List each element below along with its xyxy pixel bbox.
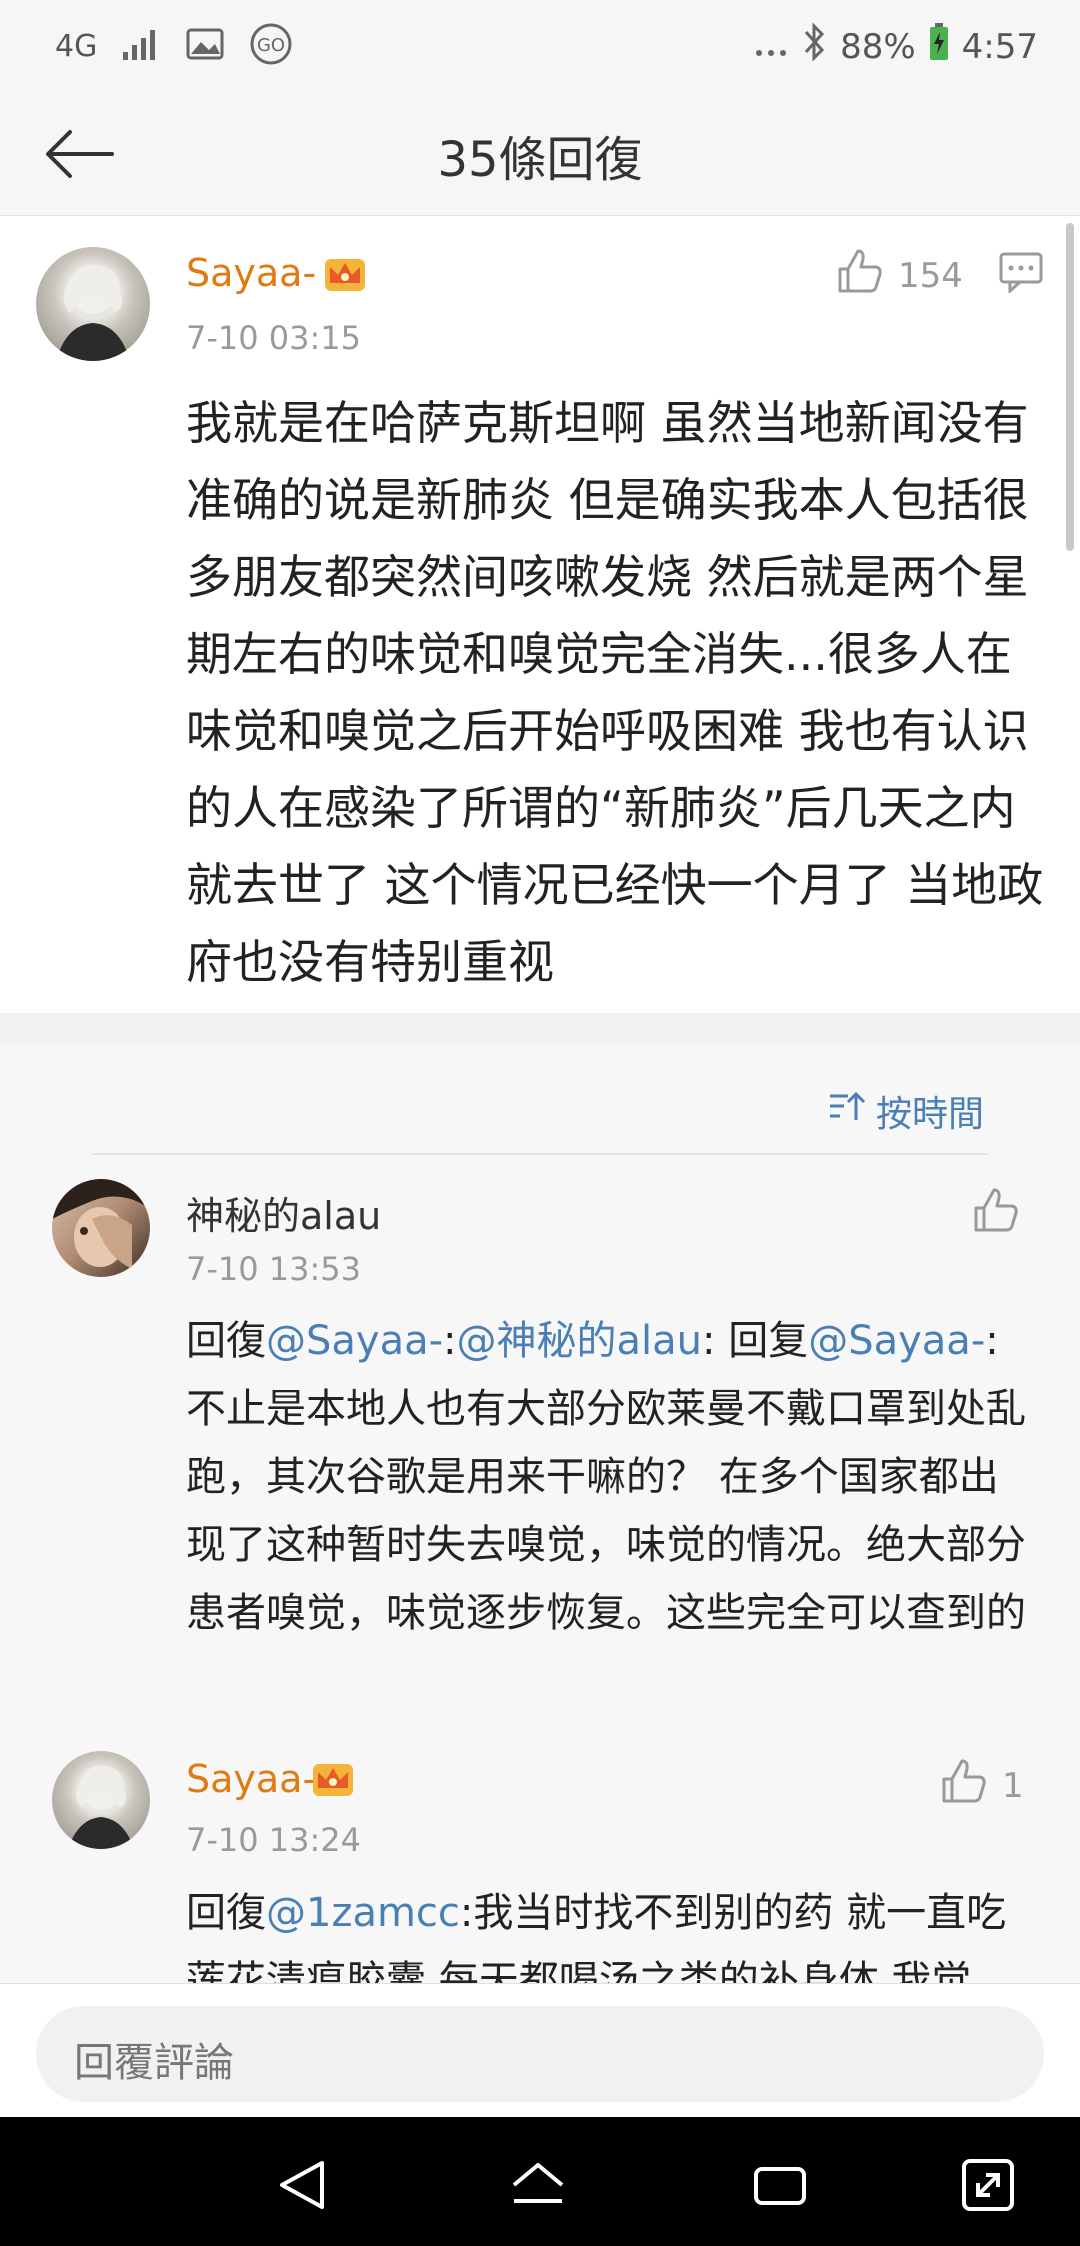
reply-like-button[interactable]: 1 <box>940 1757 1024 1814</box>
nav-bar: 35條回復 <box>0 92 1080 216</box>
main-comment: Sayaa- 7-10 03:15 154 我就是在哈萨克斯坦啊 虽然当地新闻没… <box>0 217 1080 1013</box>
reply-text: 回復@Sayaa-:@神秘的alau: 回复@Sayaa-:不止是本地人也有大部… <box>186 1307 1036 1647</box>
reply-input-bar: 回覆評論 <box>0 1983 1080 2117</box>
battery-charging-icon <box>928 22 950 71</box>
section-divider <box>0 1013 1080 1043</box>
svg-text:GO: GO <box>257 35 285 56</box>
recents-icon[interactable] <box>750 2155 810 2215</box>
sort-label: 按時間 <box>875 1094 984 1135</box>
reply-body: :不止是本地人也有大部分欧莱曼不戴口罩到处乱跑，其次谷歌是用来干嘛的？ 在多个国… <box>186 1318 1026 1636</box>
clock: 4:57 <box>961 26 1038 67</box>
signal-icon <box>121 26 161 66</box>
reply-username[interactable]: Sayaa- <box>186 1757 316 1801</box>
mention-link[interactable]: @神秘的alau <box>457 1318 703 1364</box>
screen: 4G GO 88% 4:57 35條回復 Sayaa- 7-10 03:15 1… <box>0 0 1080 2246</box>
reply-timestamp: 7-10 13:53 <box>186 1250 362 1288</box>
reply-username[interactable]: 神秘的alau <box>186 1185 381 1240</box>
page-title: 35條回復 <box>437 132 643 188</box>
back-triangle-icon[interactable] <box>272 2155 332 2215</box>
reply-prefix: 回復 <box>186 1890 266 1936</box>
home-icon[interactable] <box>508 2155 568 2215</box>
battery-percent: 88% <box>840 26 916 67</box>
like-button[interactable]: 154 <box>836 247 963 304</box>
thumbs-up-icon <box>940 1757 988 1814</box>
comment-reply-icon[interactable] <box>998 251 1044 297</box>
mention-link[interactable]: @1zamcc <box>266 1890 460 1936</box>
avatar[interactable] <box>52 1751 150 1849</box>
expand-icon[interactable] <box>958 2155 1018 2215</box>
mention-link[interactable]: @Sayaa- <box>266 1318 443 1364</box>
bluetooth-icon <box>800 22 828 71</box>
status-right: 88% 4:57 <box>754 22 1038 71</box>
reply-prefix: 回復 <box>186 1318 266 1364</box>
like-count: 1 <box>1002 1765 1024 1806</box>
system-nav-bar <box>0 2117 1080 2246</box>
username[interactable]: Sayaa- <box>186 251 316 295</box>
crown-badge-icon <box>310 1754 356 1804</box>
mention-link[interactable]: @Sayaa- <box>808 1318 985 1364</box>
reply-separator: : <box>443 1318 457 1364</box>
more-dots-icon <box>754 27 788 67</box>
thumbs-up-icon <box>974 1188 1018 1232</box>
reply-like-button[interactable] <box>972 1186 1020 1238</box>
like-count: 154 <box>898 255 963 296</box>
replies-section: 按時間 神秘的alau 7-10 13:53 回復@Sayaa-:@神秘的ala… <box>0 1043 1080 1983</box>
reply-input[interactable]: 回覆評論 <box>36 2006 1044 2102</box>
thumbs-up-icon <box>836 247 884 304</box>
reply-text: 回復@1zamcc:我当时找不到别的药 就一直吃莲花清瘟胶囊 每天都喝汤之类的补… <box>186 1879 1036 1983</box>
network-type: 4G <box>55 28 98 64</box>
crown-badge-icon <box>322 249 368 299</box>
timestamp: 7-10 03:15 <box>186 319 362 357</box>
sort-button[interactable]: 按時間 <box>828 1085 984 1137</box>
divider <box>92 1153 988 1155</box>
avatar[interactable] <box>52 1179 150 1277</box>
sort-icon <box>828 1090 866 1133</box>
comment-text: 我就是在哈萨克斯坦啊 虽然当地新闻没有准确的说是新肺炎 但是确实我本人包括很多朋… <box>186 396 1044 989</box>
reply-timestamp: 7-10 13:24 <box>186 1821 362 1859</box>
status-bar: 4G GO 88% 4:57 <box>0 0 1080 92</box>
go-icon: GO <box>249 22 293 70</box>
scrollbar[interactable] <box>1066 223 1074 551</box>
image-icon <box>185 26 225 66</box>
reply-separator: : 回复 <box>702 1318 809 1364</box>
avatar[interactable] <box>36 247 150 361</box>
status-left: 4G GO <box>55 22 293 70</box>
